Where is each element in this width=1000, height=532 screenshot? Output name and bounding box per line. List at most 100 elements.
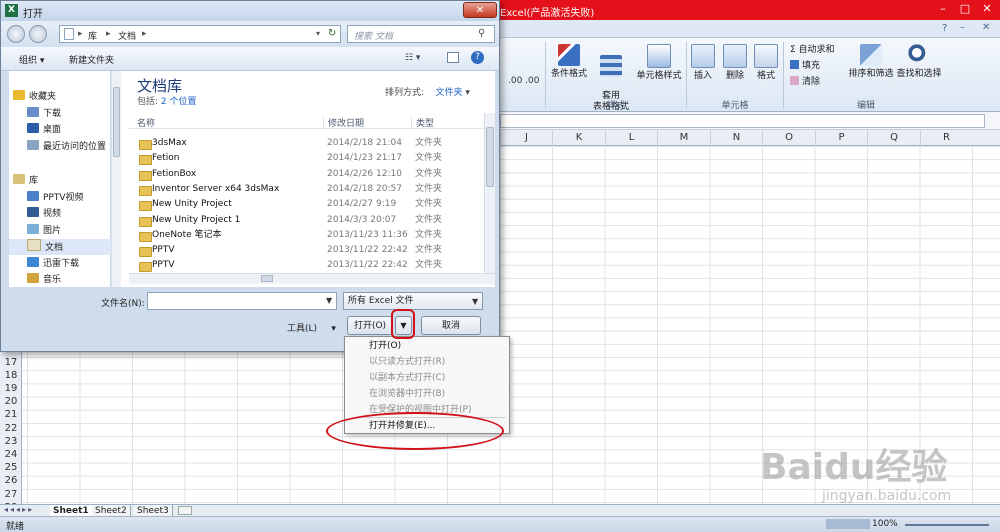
workbook-close-icon[interactable]: ✕ <box>982 22 990 33</box>
autosum-button[interactable]: Σ 自动求和 <box>790 42 835 55</box>
file-row[interactable]: 3dsMax 2014/2/18 21:04 文件夹 <box>129 136 484 151</box>
column-header[interactable]: M <box>657 130 710 146</box>
file-row[interactable]: OneNote 笔记本 2013/11/23 11:36 文件夹 <box>129 228 484 243</box>
filetype-select[interactable]: 所有 Excel 文件 ▼ <box>343 292 483 310</box>
zoom-slider[interactable] <box>905 524 989 526</box>
chevron-down-icon[interactable]: ▼ <box>326 296 332 305</box>
file-list-vertical-scrollbar[interactable] <box>484 113 495 273</box>
nav-item-pictures[interactable]: 图片 <box>27 223 61 239</box>
row-header[interactable]: 26 <box>0 474 22 487</box>
column-type[interactable]: 类型 <box>411 116 434 129</box>
refresh-icon[interactable]: ↻ <box>328 28 336 39</box>
help-icon[interactable]: ? <box>942 23 947 34</box>
clear-button[interactable]: 清除 <box>790 74 820 87</box>
nav-item-documents[interactable]: 文档 <box>9 239 111 255</box>
tools-menu[interactable]: 工具(L) ▾ <box>287 321 336 334</box>
column-header[interactable]: K <box>552 130 605 146</box>
row-header[interactable]: 22 <box>0 422 22 435</box>
scroll-thumb[interactable] <box>261 275 273 282</box>
breadcrumb-item[interactable]: 文档 <box>118 29 136 42</box>
column-header[interactable]: R <box>920 130 972 146</box>
search-icon[interactable]: ⚲ <box>478 28 485 39</box>
format-cells-button[interactable]: 格式 <box>752 44 780 82</box>
view-buttons[interactable] <box>826 519 870 529</box>
nav-item-pptv[interactable]: PPTV视频 <box>27 190 84 206</box>
nav-item-music[interactable]: 音乐 <box>27 272 61 284</box>
row-header[interactable]: 23 <box>0 435 22 448</box>
filename-input[interactable]: ▼ <box>147 292 337 310</box>
nav-item-recent[interactable]: 最近访问的位置 <box>27 139 106 155</box>
workbook-minimize-icon[interactable]: – <box>960 22 965 33</box>
nav-favorites-header[interactable]: 收藏夹 <box>13 89 56 105</box>
breadcrumb-item[interactable]: 库 <box>88 29 97 42</box>
column-header[interactable]: O <box>762 130 815 146</box>
view-options-icon[interactable]: ☷ ▾ <box>405 53 420 63</box>
fill-button[interactable]: 填充 <box>790 58 820 71</box>
cancel-button[interactable]: 取消 <box>421 316 481 335</box>
file-row[interactable]: FetionBox 2014/2/26 12:10 文件夹 <box>129 167 484 182</box>
insert-cells-button[interactable]: 插入 <box>688 44 718 82</box>
row-header[interactable]: 27 <box>0 488 22 501</box>
column-header[interactable]: P <box>815 130 867 146</box>
organize-menu[interactable]: 组织 ▾ <box>19 53 44 66</box>
formula-input[interactable] <box>500 114 985 128</box>
nav-item-videos[interactable]: 视频 <box>27 206 61 222</box>
menu-item-open[interactable]: 打开(O) <box>369 338 401 354</box>
nav-item-desktop[interactable]: 桌面 <box>27 122 61 138</box>
file-row[interactable]: Inventor Server x64 3dsMax 2014/2/18 20:5… <box>129 182 484 197</box>
address-bar[interactable]: ▸ 库 ▸ 文档 ▸ ▾ ↻ <box>59 25 341 43</box>
new-folder-button[interactable]: 新建文件夹 <box>69 53 114 66</box>
conditional-format-button[interactable]: 条件格式 <box>546 44 592 80</box>
row-header[interactable]: 25 <box>0 461 22 474</box>
column-header[interactable]: Q <box>867 130 920 146</box>
navigation-scrollbar[interactable] <box>111 71 121 287</box>
file-row[interactable]: PPTV 2013/11/22 22:42 文件夹 <box>129 243 484 258</box>
sort-filter-button[interactable]: 排序和筛选 <box>846 44 896 80</box>
sheet-nav-arrows-icon[interactable]: ◂◂◂▸▸ <box>4 505 34 514</box>
back-arrow-icon[interactable] <box>7 25 25 43</box>
search-input[interactable]: 搜索 文档 ⚲ <box>347 25 495 43</box>
close-button[interactable]: ✕ <box>976 0 998 18</box>
maximize-button[interactable]: □ <box>954 0 976 18</box>
file-row[interactable]: PPTV 2013/11/22 22:42 文件夹 <box>129 258 484 272</box>
nav-libraries-header[interactable]: 库 <box>13 173 38 189</box>
row-header[interactable]: 18 <box>0 369 22 382</box>
row-header[interactable]: 21 <box>0 408 22 421</box>
column-header[interactable]: L <box>605 130 657 146</box>
dialog-close-button[interactable]: ✕ <box>463 2 497 18</box>
scroll-thumb[interactable] <box>113 87 120 157</box>
address-dropdown-icon[interactable]: ▾ <box>316 29 320 38</box>
nav-item-downloads[interactable]: 下载 <box>27 106 61 122</box>
help-icon[interactable]: ? <box>471 51 484 64</box>
menu-item-open-readonly[interactable]: 以只读方式打开(R) <box>369 354 445 370</box>
row-header[interactable]: 17 <box>0 356 22 369</box>
scroll-thumb[interactable] <box>486 127 494 187</box>
locations-link[interactable]: 2 个位置 <box>161 97 197 107</box>
column-header[interactable]: N <box>710 130 762 146</box>
open-button[interactable]: 打开(O) <box>347 316 393 335</box>
row-header[interactable]: 19 <box>0 382 22 395</box>
menu-item-open-copy[interactable]: 以副本方式打开(C) <box>369 370 445 386</box>
cell-styles-button[interactable]: 单元格样式 <box>634 44 684 82</box>
breadcrumb-separator: ▸ <box>106 29 111 39</box>
file-list-horizontal-scrollbar[interactable] <box>129 273 495 284</box>
row-header[interactable]: 24 <box>0 448 22 461</box>
find-select-button[interactable]: 查找和选择 <box>896 44 942 80</box>
column-header[interactable]: J <box>500 130 552 146</box>
column-name[interactable]: 名称 <box>137 116 155 129</box>
arrange-by[interactable]: 排列方式: 文件夹 ▾ <box>385 85 470 98</box>
insert-sheet-icon[interactable] <box>178 506 192 515</box>
file-row[interactable]: New Unity Project 1 2014/3/3 20:07 文件夹 <box>129 213 484 228</box>
zoom-level[interactable]: 100% <box>872 519 898 529</box>
row-header[interactable]: 20 <box>0 395 22 408</box>
number-format-fragment[interactable]: .00 .00 <box>508 76 540 86</box>
column-date[interactable]: 修改日期 <box>323 116 364 129</box>
forward-arrow-icon[interactable] <box>29 25 47 43</box>
delete-cells-button[interactable]: 删除 <box>720 44 750 82</box>
file-row[interactable]: New Unity Project 2014/2/27 9:19 文件夹 <box>129 197 484 212</box>
preview-pane-icon[interactable] <box>447 52 459 63</box>
file-row[interactable]: Fetion 2014/1/23 21:17 文件夹 <box>129 151 484 166</box>
minimize-button[interactable]: – <box>932 0 954 18</box>
menu-item-open-browser[interactable]: 在浏览器中打开(B) <box>369 386 445 402</box>
nav-item-thunder[interactable]: 迅雷下载 <box>27 256 79 272</box>
